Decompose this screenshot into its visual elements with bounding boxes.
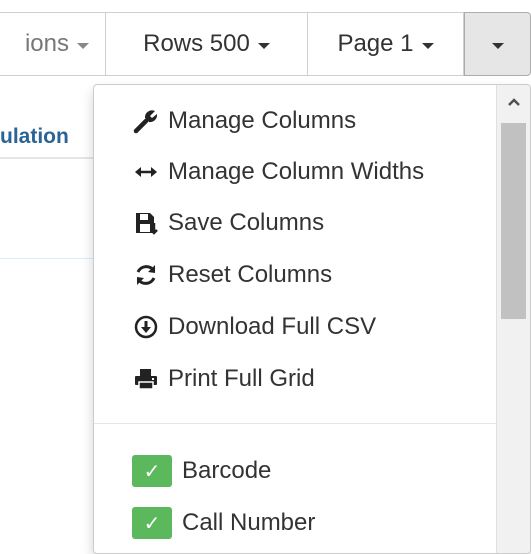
save-icon — [132, 209, 160, 237]
grid-toolbar: ions Rows 500 Page 1 — [0, 12, 531, 76]
column-toggle-label: Call Number — [182, 509, 316, 536]
menu-item-label: Print Full Grid — [168, 365, 315, 392]
menu-item-label: Manage Columns — [168, 107, 357, 134]
column-header-partial[interactable]: ulation — [0, 120, 100, 154]
menu-item-label: Download Full CSV — [168, 313, 377, 340]
wrench-icon — [132, 107, 160, 135]
menu-item-manage-column-widths[interactable]: Manage Column Widths — [132, 152, 424, 192]
menu-item-download-full-csv[interactable]: Download Full CSV — [132, 307, 376, 347]
menu-item-reset-columns[interactable]: Reset Columns — [132, 255, 332, 295]
caret-down-icon — [491, 43, 504, 49]
checkbox-checked-icon[interactable]: ✓ — [132, 455, 172, 487]
menu-item-label: Save Columns — [168, 209, 325, 236]
menu-divider — [94, 423, 496, 424]
header-divider — [0, 157, 100, 159]
grid-menu-toggle-button[interactable] — [464, 12, 531, 76]
page-select-label: Page 1 — [337, 30, 414, 57]
column-toggle-barcode[interactable]: ✓ Barcode — [132, 451, 271, 491]
actions-dropdown-label: ions — [24, 30, 69, 57]
print-icon — [132, 365, 160, 393]
caret-down-icon — [421, 43, 434, 49]
row-divider — [0, 258, 100, 259]
arrows-horizontal-icon — [132, 158, 160, 186]
menu-item-label: Reset Columns — [168, 261, 333, 288]
column-toggle-call-number[interactable]: ✓ Call Number — [132, 503, 315, 543]
grid-options-menu: Manage Columns Manage Column Widths Save… — [93, 84, 531, 554]
menu-item-save-columns[interactable]: Save Columns — [132, 203, 324, 243]
page-select-button[interactable]: Page 1 — [308, 12, 464, 76]
caret-down-icon — [257, 43, 270, 49]
menu-item-label: Manage Column Widths — [168, 158, 425, 185]
menu-item-manage-columns[interactable]: Manage Columns — [132, 101, 356, 141]
rows-per-page-button[interactable]: Rows 500 — [106, 12, 308, 76]
scrollbar-thumb[interactable] — [501, 123, 526, 319]
rows-per-page-label: Rows 500 — [143, 30, 250, 57]
download-circle-icon — [132, 313, 160, 341]
checkbox-checked-icon[interactable]: ✓ — [132, 507, 172, 539]
menu-item-print-full-grid[interactable]: Print Full Grid — [132, 359, 315, 399]
refresh-icon — [132, 261, 160, 289]
caret-down-icon — [77, 43, 89, 49]
menu-scrollbar[interactable] — [496, 85, 530, 553]
column-toggle-label: Barcode — [182, 457, 272, 484]
actions-dropdown-button[interactable]: ions — [0, 12, 106, 76]
scroll-up-arrow-icon[interactable] — [497, 85, 530, 119]
